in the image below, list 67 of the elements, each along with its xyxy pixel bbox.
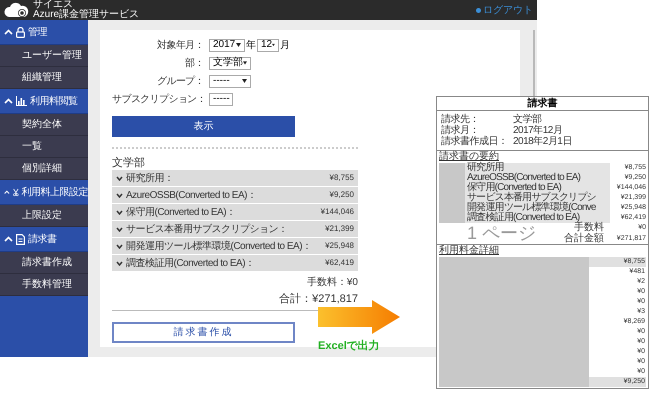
summary-label: AzureOSSB(Converted to EA) bbox=[465, 173, 610, 183]
dropdown[interactable]: 12 bbox=[257, 38, 279, 52]
caret-icon bbox=[242, 79, 247, 83]
lock-icon bbox=[16, 26, 25, 38]
total-text: 合計：¥271,817 bbox=[279, 292, 358, 307]
field-label: 部： bbox=[184, 56, 205, 70]
section-heading: 利用料金詳細 bbox=[439, 245, 499, 257]
show-button[interactable]: 表示 bbox=[112, 116, 295, 137]
sidebar-item[interactable]: 上限設定 bbox=[0, 205, 88, 227]
summary-label: 調査検証用(Converted to EA) bbox=[465, 213, 610, 223]
brand-subtitle: サイエス bbox=[33, 0, 73, 9]
unit-label: 月 bbox=[279, 38, 291, 52]
create-invoice-button[interactable]: 請求書作成 bbox=[112, 322, 295, 342]
info-value: 2018年2月1日 bbox=[513, 135, 572, 149]
sidebar-item[interactable]: 契約全体 bbox=[0, 114, 88, 136]
summary-row[interactable]: 研究所用： ¥8,755 bbox=[112, 170, 358, 187]
summary-label: サービス本番用サブスクリプシ bbox=[465, 193, 610, 203]
page-number-text: 1 ページ bbox=[466, 222, 537, 244]
dropdown[interactable]: ----- bbox=[209, 74, 251, 88]
summary-label: 研究所用 bbox=[465, 163, 610, 173]
caret-icon bbox=[272, 43, 275, 47]
dropdown[interactable]: 文学部 bbox=[209, 56, 251, 70]
summary-row[interactable]: サービス本番用サブスクリプション： ¥21,399 bbox=[112, 221, 358, 238]
chevron-down-icon bbox=[116, 244, 123, 248]
info-label: 請求書作成日： bbox=[441, 134, 508, 149]
logout-link[interactable]: ログアウト bbox=[476, 2, 533, 18]
scissors-icon bbox=[12, 186, 18, 198]
summary-label: 開発運用ツール標準環境(Conve bbox=[465, 203, 610, 213]
fee-text: 手数料：¥0 bbox=[306, 276, 358, 290]
chevron-down-icon bbox=[116, 260, 123, 266]
dropdown[interactable]: 2017 bbox=[209, 38, 245, 52]
caret-icon bbox=[236, 43, 241, 47]
fee-label: 手数料 bbox=[574, 223, 604, 234]
section-title: 文学部 bbox=[112, 156, 146, 170]
field-label: サブスクリプション： bbox=[112, 92, 206, 106]
sidebar-item[interactable]: ユーザー管理 bbox=[0, 45, 88, 67]
blurred-block bbox=[439, 163, 465, 223]
chevron-down-icon bbox=[116, 192, 123, 198]
summary-row[interactable]: AzureOSSB(Converted to EA)： ¥9,250 bbox=[112, 187, 358, 204]
chevron-down-icon bbox=[116, 176, 123, 180]
dropdown[interactable]: ----- bbox=[209, 92, 233, 106]
sidebar-item[interactable]: 手数料管理 bbox=[0, 274, 88, 296]
chevron-down-icon bbox=[116, 210, 123, 214]
sidebar-item[interactable]: 請求書作成 bbox=[0, 252, 88, 274]
info-label: 請求先： bbox=[441, 112, 480, 125]
info-label: 請求月： bbox=[441, 124, 479, 136]
chevron-down-icon bbox=[116, 226, 123, 232]
document-icon bbox=[16, 234, 25, 244]
sidebar-item[interactable]: 組織管理 bbox=[0, 67, 88, 89]
field-label: グループ： bbox=[156, 74, 205, 88]
summary-label: 保守用(Converted to EA) bbox=[465, 183, 610, 193]
sidebar-item[interactable]: 一覧 bbox=[0, 136, 88, 158]
summary-row[interactable]: 調査検証用(Converted to EA)： ¥62,419 bbox=[112, 255, 358, 272]
info-value: 2017年12月 bbox=[513, 124, 562, 136]
summary-row[interactable]: 保守用(Converted to EA)： ¥144,046 bbox=[112, 204, 358, 221]
unit-label: 年 bbox=[245, 38, 257, 52]
invoice-title: 請求書 bbox=[437, 97, 648, 111]
app-title: Azure課金管理サービス bbox=[33, 9, 140, 20]
info-value: 文学部 bbox=[513, 112, 542, 125]
section-heading: 請求書の要約 bbox=[439, 151, 499, 162]
summary-row[interactable]: 開発運用ツール標準環境(Converted to EA)： ¥25,948 bbox=[112, 238, 358, 255]
sidebar-item[interactable]: 個別詳細 bbox=[0, 158, 88, 180]
bar-chart-icon bbox=[16, 96, 27, 106]
export-caption: Excelで出力 bbox=[318, 338, 380, 354]
total-label: 合計金額 bbox=[564, 234, 604, 244]
field-label: 対象年月： bbox=[156, 38, 205, 52]
caret-icon bbox=[243, 61, 247, 65]
